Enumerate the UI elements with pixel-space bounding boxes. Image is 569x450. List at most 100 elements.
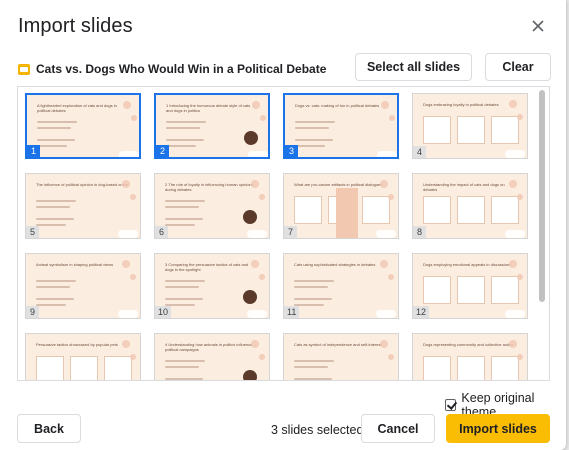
slide-text-line	[165, 218, 203, 220]
slide-title: 2 The role of loyalty in influencing hum…	[165, 182, 254, 192]
slide-text-line	[294, 280, 334, 282]
slide-number: 12	[413, 306, 430, 318]
paw-icon	[131, 115, 137, 121]
paw-icon	[388, 354, 394, 360]
slide-card	[457, 116, 485, 144]
slide-grid[interactable]: A lighthearted exploration of cats and d…	[17, 86, 550, 381]
slide-thumbnail[interactable]: 2 The role of loyalty in influencing hum…	[154, 173, 270, 239]
slide-thumbnail[interactable]: Persuasive tactics showcased by popular …	[25, 333, 141, 380]
slide-text-line	[37, 127, 71, 129]
slide-thumbnail[interactable]: 1 Introducing the humorous debate style …	[154, 93, 270, 159]
slide-text-line	[166, 139, 204, 141]
slide-thumbnail[interactable]: What are pro-canine artifacts in politic…	[283, 173, 399, 239]
slide-number: 3	[285, 145, 298, 157]
paw-icon	[260, 115, 266, 121]
cloud-icon	[377, 151, 397, 157]
paw-icon	[381, 101, 389, 109]
selected-count: 3 slides selected	[271, 423, 364, 437]
keep-theme-checkbox[interactable]	[445, 399, 457, 411]
slide-number: 1	[27, 145, 40, 157]
slide-text-line	[165, 360, 205, 362]
slide-thumbnail[interactable]: 3 Comparing the persuasive tactics of ca…	[154, 253, 270, 319]
slide-card	[423, 276, 451, 304]
slide-text-line	[165, 286, 199, 288]
paw-icon	[380, 340, 388, 348]
import-slides-button[interactable]: Import slides	[446, 414, 550, 443]
paw-icon	[130, 274, 136, 280]
slide-text-line	[295, 139, 333, 141]
paw-icon	[130, 194, 136, 200]
paw-icon	[252, 101, 260, 109]
slide-thumbnail[interactable]: Understanding the impact of cats and dog…	[412, 173, 528, 239]
slide-thumbnail[interactable]: Dogs embracing loyalty in political deba…	[412, 93, 528, 159]
slide-card	[294, 196, 322, 224]
slide-thumbnail[interactable]: 4 Understanding how animals in politics …	[154, 333, 270, 380]
paw-icon	[259, 274, 265, 280]
slide-thumbnail[interactable]: Cats using sophisticated strategies in d…	[283, 253, 399, 319]
slide-title: A lighthearted exploration of cats and d…	[37, 103, 117, 113]
paw-icon	[243, 290, 257, 304]
paw-icon	[122, 180, 130, 188]
slide-card	[423, 116, 451, 144]
paw-icon	[517, 354, 523, 360]
slide-number: 6	[155, 226, 168, 238]
slide-title: 1 Introducing the humorous debate style …	[166, 103, 251, 113]
close-icon[interactable]	[528, 16, 548, 36]
cloud-icon	[376, 310, 396, 318]
slide-thumbnail[interactable]: Dogs vs. cats: making of fun in politica…	[283, 93, 399, 159]
slide-thumbnail[interactable]: Animal symbolism in shaping political vi…	[25, 253, 141, 319]
slide-thumbnail[interactable]: Cats as symbol of independence and self-…	[283, 333, 399, 380]
slide-title: Dogs employing emotional appeals in disc…	[423, 262, 512, 267]
slide-text-line	[294, 360, 334, 362]
slide-text-line	[36, 304, 66, 306]
slide-number: 4	[413, 146, 426, 158]
cloud-icon	[247, 230, 267, 238]
slide-text-line	[165, 298, 203, 300]
slide-card	[491, 196, 519, 224]
slide-thumbnail[interactable]: The influence of political opinion in do…	[25, 173, 141, 239]
clear-button[interactable]: Clear	[485, 53, 551, 81]
slide-card	[70, 356, 98, 380]
slide-text-line	[36, 224, 66, 226]
back-button[interactable]: Back	[17, 414, 81, 443]
slide-thumbnail[interactable]: Dogs representing community and collecti…	[412, 333, 528, 380]
slide-text-line	[165, 224, 195, 226]
slide-card	[457, 276, 485, 304]
slide-title: Animal symbolism in shaping political vi…	[36, 262, 114, 267]
slide-title: 4 Understanding how animals in politics …	[165, 342, 253, 352]
slide-title: What are pro-canine artifacts in politic…	[294, 182, 383, 187]
dialog-title: Import slides	[18, 15, 133, 37]
slide-number: 7	[284, 226, 297, 238]
slide-card	[491, 276, 519, 304]
slide-number: 2	[156, 145, 169, 157]
slide-text-line	[165, 280, 205, 282]
paw-icon	[388, 194, 394, 200]
paw-icon	[259, 354, 265, 360]
slide-text-line	[37, 145, 67, 147]
slide-text-line	[294, 298, 332, 300]
paw-icon	[251, 340, 259, 348]
paw-icon	[122, 340, 130, 348]
slide-text-line	[166, 145, 196, 147]
slide-text-line	[295, 121, 335, 123]
slide-thumbnail[interactable]: Dogs employing emotional appeals in disc…	[412, 253, 528, 319]
paw-icon	[130, 354, 136, 360]
slide-card	[457, 356, 485, 380]
paw-icon	[380, 180, 388, 188]
slide-title: Cats using sophisticated strategies in d…	[294, 262, 376, 267]
cloud-icon	[118, 230, 138, 238]
slide-title: 3 Comparing the persuasive tactics of ca…	[165, 262, 249, 272]
paw-icon	[509, 260, 517, 268]
slide-title: Cats as symbol of independence and self-…	[294, 342, 382, 347]
slide-text-line	[36, 200, 76, 202]
cancel-button[interactable]: Cancel	[361, 414, 435, 443]
paw-icon	[244, 131, 258, 145]
slide-thumbnail[interactable]: A lighthearted exploration of cats and d…	[25, 93, 141, 159]
slide-number: 10	[155, 306, 172, 318]
slide-title: Dogs embracing loyalty in political deba…	[423, 102, 499, 107]
slide-card	[104, 356, 132, 380]
scrollbar[interactable]	[539, 90, 545, 302]
select-all-slides-button[interactable]: Select all slides	[355, 53, 472, 81]
slide-card	[36, 356, 64, 380]
paw-icon	[259, 194, 265, 200]
